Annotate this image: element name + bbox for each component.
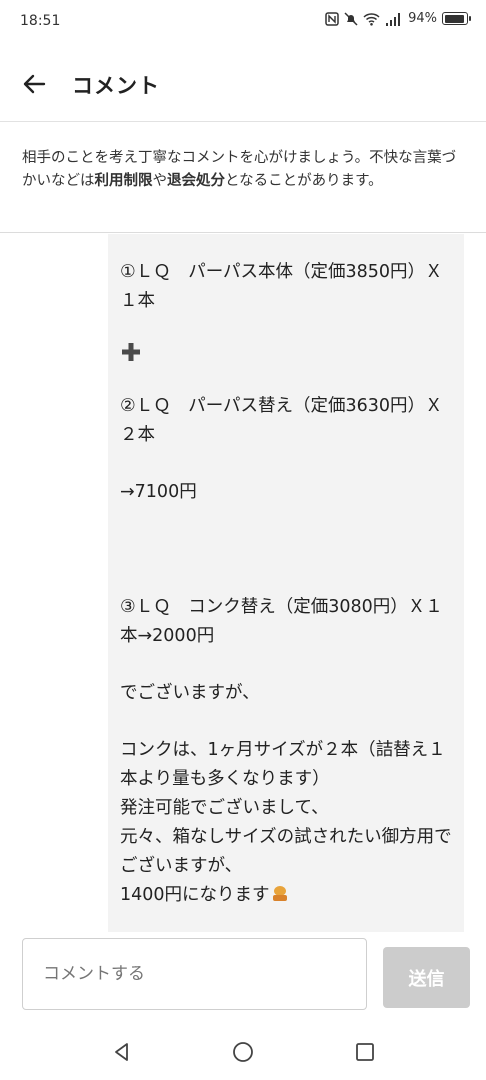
message-line-5: でございますが、 <box>120 683 260 703</box>
send-button[interactable]: 送信 <box>383 947 470 1008</box>
message-line-8: 元々、箱なしサイズの試されたい御方用でございますが、 <box>120 827 452 876</box>
arrow-left-icon <box>23 74 46 94</box>
message-line-7: 発注可能でございまして、 <box>120 798 329 818</box>
notice-text-2: や <box>152 173 168 189</box>
nfc-icon <box>325 11 339 26</box>
app-bar: コメント <box>0 44 486 122</box>
system-nav-bar <box>0 1024 486 1080</box>
status-time: 18:51 <box>20 13 61 29</box>
notice-text-3: となることがあります。 <box>225 173 383 189</box>
plus-icon <box>120 340 452 370</box>
nav-recents-button[interactable] <box>351 1038 379 1066</box>
message-line-4: ③ＬＱ コンク替え（定価3080円）Ｘ１本→2000円 <box>120 597 443 646</box>
comment-list[interactable]: ＊＊＊＊＊＊ ①ＬＱ パーパス本体（定価3850円）Ｘ１本 ②ＬＱ パーパス替え… <box>0 234 486 932</box>
wifi-icon <box>363 12 380 26</box>
triangle-back-icon <box>115 1043 128 1061</box>
battery-percent: 94% <box>408 11 437 26</box>
page-title: コメント <box>72 74 160 98</box>
message-line-6: コンクは、1ヶ月サイズが２本（詰替え１本より量も多くなります） <box>120 740 446 789</box>
notice-bold-withdrawal: 退会処分 <box>167 173 225 189</box>
signal-icon <box>386 12 401 26</box>
bowing-person-icon <box>272 886 287 901</box>
nav-back-button[interactable] <box>108 1038 136 1066</box>
back-button[interactable] <box>14 64 54 104</box>
message-line-1: ①ＬＱ パーパス本体（定価3850円）Ｘ１本 <box>120 262 443 311</box>
message-line-2: ②ＬＱ パーパス替え（定価3630円）Ｘ２本 <box>120 396 443 445</box>
comment-bubble: ＊＊＊＊＊＊ ①ＬＱ パーパス本体（定価3850円）Ｘ１本 ②ＬＱ パーパス替え… <box>108 234 464 932</box>
square-recents-icon <box>356 1043 374 1061</box>
status-bar: 18:51 94% <box>0 0 486 44</box>
battery-icon <box>442 12 471 25</box>
comment-input-row: 送信 <box>0 932 486 1024</box>
status-icons: 94% <box>325 11 471 26</box>
notice-bold-usage-limit: 利用制限 <box>94 173 153 189</box>
message-line-9: 1400円になります <box>120 881 452 910</box>
nav-home-button[interactable] <box>229 1038 257 1066</box>
comment-input[interactable] <box>22 938 367 1010</box>
circle-home-icon <box>233 1042 253 1062</box>
battery-fill <box>444 14 465 23</box>
message-line-3: →7100円 <box>120 482 197 502</box>
mute-bell-icon <box>344 11 358 26</box>
comment-notice: 相手のことを考え丁寧なコメントを心がけましょう。不快な言葉づかいなどは利用制限や… <box>0 123 486 233</box>
